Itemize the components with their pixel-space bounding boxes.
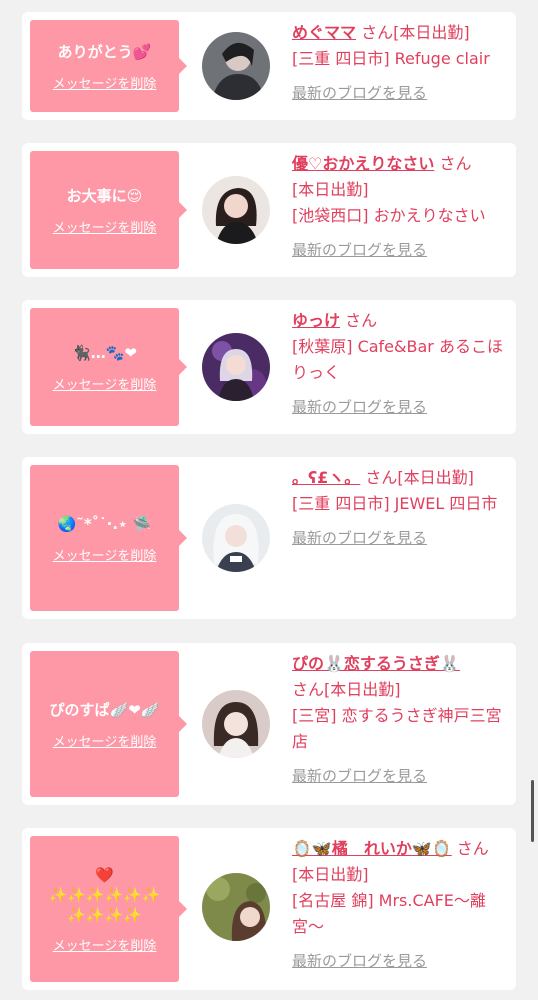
cast-info: ぴの🐰恋するうさぎ🐰 さん[本日出勤] [三宮] 恋するうさぎ神戸三宮店 最新の… [292,651,508,789]
message-card: ❤️ ✨✨✨✨✨✨ ✨✨✨✨ メッセージを削除 🪞🦋橘 れいか🦋🪞 さん [本日出… [22,828,516,990]
message-text: ありがとう💕 [57,42,152,61]
work-status: [本日出勤] [393,23,470,42]
delete-message-link[interactable]: メッセージを削除 [53,374,157,393]
message-bubble: 🐈‍⬛…🐾❤ メッセージを削除 [30,308,187,426]
latest-blog-link[interactable]: 最新のブログを見る [292,948,508,974]
delete-message-link[interactable]: メッセージを削除 [53,731,157,750]
cast-name-link[interactable]: 優♡おかえりなさい [292,154,434,173]
message-card: 🐈‍⬛…🐾❤ メッセージを削除 ゆっけ さん [秋葉原] Cafe&Bar ある… [22,300,516,434]
shop-name: [三重 四日市] JEWEL 四日市 [292,494,498,513]
work-status: [本日出勤] [324,680,401,699]
cast-info: ゆっけ さん [秋葉原] Cafe&Bar あるこほりっく 最新のブログを見る [292,308,508,420]
delete-message-link[interactable]: メッセージを削除 [53,545,157,564]
cast-name-link[interactable]: めぐママ [292,23,356,42]
cast-info: 🪞🦋橘 れいか🦋🪞 さん[本日出勤] [名古屋 錦] Mrs.CAFE〜離宮〜 … [292,836,508,974]
shop-name: [三宮] 恋するうさぎ神戸三宮店 [292,706,502,751]
message-card: ぴのすぱ🪽❤🪽 メッセージを削除 ぴの🐰恋するうさぎ🐰 さん[本日出勤] [三宮… [22,643,516,805]
avatar[interactable] [202,504,270,572]
message-card: お大事に😌 メッセージを削除 優♡おかえりなさい さん [本日出勤] [池袋西口… [22,143,516,277]
latest-blog-link[interactable]: 最新のブログを見る [292,80,508,106]
message-card: 🌏˜*˚˙·.⋆ 🛸 メッセージを削除 。ʕ£ヽ。 さん[本日出勤] [三重 四… [22,457,516,619]
delete-message-link[interactable]: メッセージを削除 [53,73,157,92]
honorific: さん [365,468,398,487]
latest-blog-link[interactable]: 最新のブログを見る [292,763,508,789]
shop-name: [秋葉原] Cafe&Bar あるこほりっく [292,337,503,382]
delete-message-link[interactable]: メッセージを削除 [53,217,157,236]
cast-name-link[interactable]: 。ʕ£ヽ。 [292,468,360,487]
message-bubble: 🌏˜*˚˙·.⋆ 🛸 メッセージを削除 [30,465,187,611]
avatar[interactable] [202,690,270,758]
latest-blog-link[interactable]: 最新のブログを見る [292,394,508,420]
message-text: ぴのすぱ🪽❤🪽 [49,700,160,719]
latest-blog-link[interactable]: 最新のブログを見る [292,237,508,263]
cast-name-link[interactable]: 🪞🦋橘 れいか🦋🪞 [292,839,452,858]
cast-info: めぐママ さん[本日出勤] [三重 四日市] Refuge clair 最新のブ… [292,20,508,106]
message-card: ありがとう💕 メッセージを削除 めぐママ さん[本日出勤] [三重 四日市] R… [22,12,516,120]
honorific: さん [345,311,378,330]
avatar[interactable] [202,333,270,401]
message-text: 🐈‍⬛…🐾❤ [72,343,137,362]
work-status: [本日出勤] [397,468,474,487]
message-bubble: ありがとう💕 メッセージを削除 [30,20,187,112]
message-bubble: ❤️ ✨✨✨✨✨✨ ✨✨✨✨ メッセージを削除 [30,836,187,982]
scrollbar[interactable] [531,780,534,842]
honorific: さん [439,154,472,173]
message-bubble: お大事に😌 メッセージを削除 [30,151,187,269]
latest-blog-link[interactable]: 最新のブログを見る [292,525,508,551]
avatar[interactable] [202,873,270,941]
cast-info: 。ʕ£ヽ。 さん[本日出勤] [三重 四日市] JEWEL 四日市 最新のブログ… [292,465,508,551]
honorific: さん [292,680,325,699]
cast-name-link[interactable]: ぴの🐰恋するうさぎ🐰 [292,654,460,673]
avatar[interactable] [202,176,270,244]
cast-info: 優♡おかえりなさい さん [本日出勤] [池袋西口] おかえりなさい 最新のブロ… [292,151,508,263]
honorific: さん [456,839,489,858]
delete-message-link[interactable]: メッセージを削除 [53,935,157,954]
cast-name-link[interactable]: ゆっけ [292,311,340,330]
message-bubble: ぴのすぱ🪽❤🪽 メッセージを削除 [30,651,187,797]
shop-name: [池袋西口] おかえりなさい [292,206,486,225]
honorific: さん [361,23,394,42]
work-status: [本日出勤] [292,865,369,884]
work-status: [本日出勤] [292,180,369,199]
message-text: お大事に😌 [66,186,143,205]
message-text: ❤️ ✨✨✨✨✨✨ ✨✨✨✨ [48,865,161,924]
shop-name: [三重 四日市] Refuge clair [292,49,490,68]
avatar[interactable] [202,32,270,100]
shop-name: [名古屋 錦] Mrs.CAFE〜離宮〜 [292,891,486,936]
message-text: 🌏˜*˚˙·.⋆ 🛸 [57,514,152,533]
